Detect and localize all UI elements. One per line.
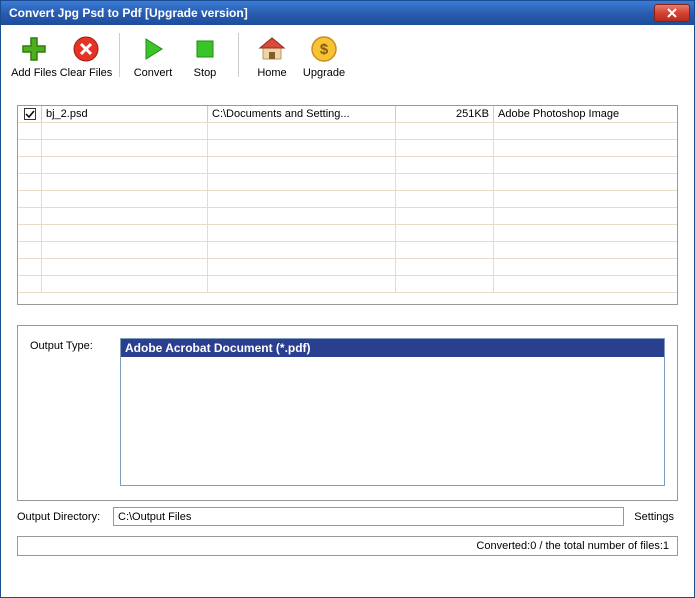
output-directory-input[interactable]: [113, 507, 624, 526]
file-grid[interactable]: bj_2.psd C:\Documents and Setting... 251…: [17, 105, 678, 305]
convert-button[interactable]: Convert: [128, 31, 178, 81]
status-text: Converted:0 / the total number of files:…: [476, 540, 669, 552]
cell-type: Adobe Photoshop Image: [494, 106, 677, 122]
close-button[interactable]: [654, 4, 690, 22]
toolbar: Add Files Clear Files Convert Stop: [1, 25, 694, 85]
row-checkbox-cell[interactable]: [18, 106, 42, 122]
clear-icon: [70, 33, 102, 65]
cell-path: C:\Documents and Setting...: [208, 106, 396, 122]
output-directory-row: Output Directory: Settings: [17, 507, 678, 526]
app-window: Convert Jpg Psd to Pdf [Upgrade version]…: [0, 0, 695, 598]
empty-row: [18, 242, 677, 259]
empty-row: [18, 276, 677, 293]
content-area: bj_2.psd C:\Documents and Setting... 251…: [1, 85, 694, 597]
title-bar: Convert Jpg Psd to Pdf [Upgrade version]: [1, 1, 694, 25]
stop-icon: [189, 33, 221, 65]
output-type-panel: Output Type: Adobe Acrobat Document (*.p…: [17, 325, 678, 501]
toolbar-separator: [238, 33, 239, 77]
cell-filename: bj_2.psd: [42, 106, 208, 122]
upgrade-button[interactable]: $ Upgrade: [299, 31, 349, 81]
empty-row: [18, 191, 677, 208]
clear-files-label: Clear Files: [60, 67, 113, 79]
add-files-button[interactable]: Add Files: [9, 31, 59, 81]
stop-label: Stop: [194, 67, 217, 79]
plus-icon: [18, 33, 50, 65]
empty-row: [18, 123, 677, 140]
svg-text:$: $: [320, 41, 329, 58]
add-files-label: Add Files: [11, 67, 57, 79]
output-type-label: Output Type:: [30, 338, 120, 488]
home-icon: [256, 33, 288, 65]
stop-button[interactable]: Stop: [180, 31, 230, 81]
close-icon: [667, 8, 677, 18]
output-directory-label: Output Directory:: [17, 511, 107, 523]
cell-size: 251KB: [396, 106, 494, 122]
empty-row: [18, 174, 677, 191]
output-type-list[interactable]: Adobe Acrobat Document (*.pdf): [120, 338, 665, 486]
clear-files-button[interactable]: Clear Files: [61, 31, 111, 81]
status-bar: Converted:0 / the total number of files:…: [17, 536, 678, 556]
empty-row: [18, 157, 677, 174]
table-row[interactable]: bj_2.psd C:\Documents and Setting... 251…: [18, 106, 677, 123]
convert-label: Convert: [134, 67, 173, 79]
empty-row: [18, 140, 677, 157]
empty-row: [18, 225, 677, 242]
checkbox-checked-icon[interactable]: [24, 108, 36, 120]
window-title: Convert Jpg Psd to Pdf [Upgrade version]: [9, 6, 248, 20]
empty-row: [18, 208, 677, 225]
output-type-selected[interactable]: Adobe Acrobat Document (*.pdf): [121, 339, 664, 357]
home-label: Home: [257, 67, 286, 79]
empty-row: [18, 259, 677, 276]
upgrade-icon: $: [308, 33, 340, 65]
toolbar-separator: [119, 33, 120, 77]
home-button[interactable]: Home: [247, 31, 297, 81]
play-icon: [137, 33, 169, 65]
upgrade-label: Upgrade: [303, 67, 345, 79]
settings-link[interactable]: Settings: [630, 511, 678, 523]
